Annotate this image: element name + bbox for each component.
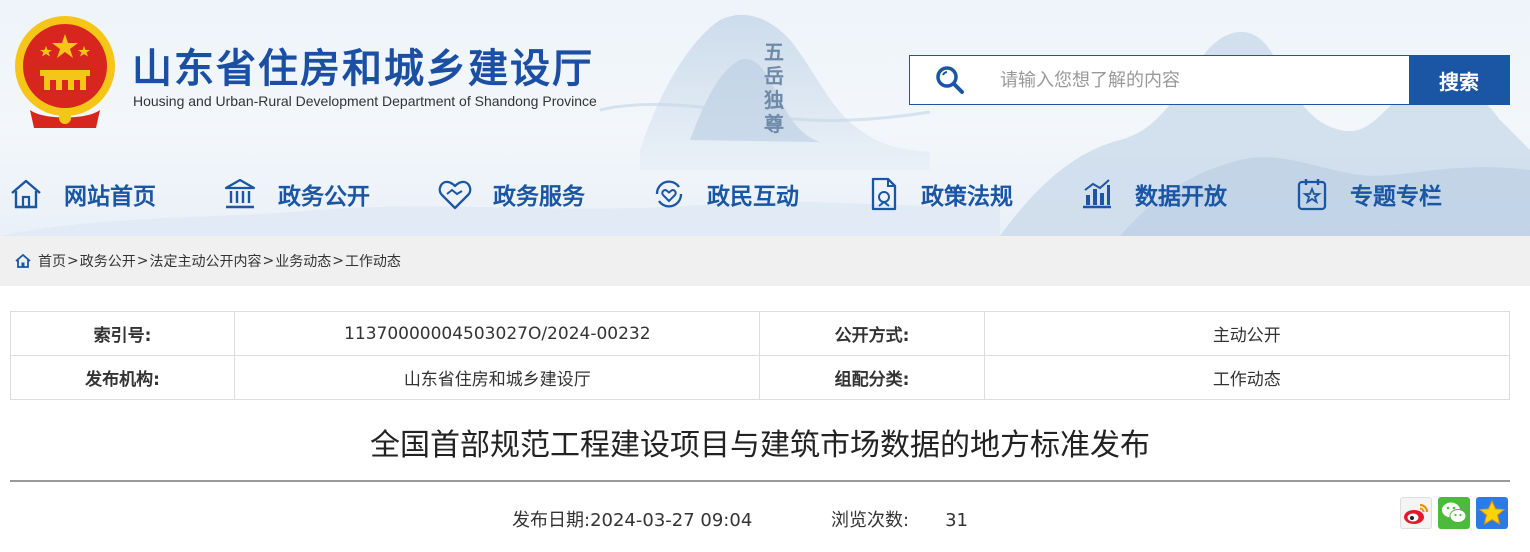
breadcrumb-business-news[interactable]: 业务动态	[275, 251, 331, 271]
search-input[interactable]	[990, 56, 1409, 104]
site-header: 五岳独尊 山东省住房和城乡建设厅 Housing and Urban-Rural…	[0, 0, 1530, 236]
home-icon	[8, 176, 44, 212]
nav-label: 数据开放	[1135, 184, 1227, 210]
bar-chart-icon	[1079, 176, 1115, 212]
nav-label: 政务公开	[278, 184, 370, 210]
government-building-icon	[222, 176, 258, 212]
title-divider	[10, 480, 1510, 482]
index-value: 11370000004503027O/2024-00232	[234, 311, 761, 356]
handshake-heart-icon	[437, 176, 473, 212]
search-icon[interactable]	[910, 56, 990, 104]
view-count: 浏览次数: 31	[831, 506, 968, 532]
table-row: 发布机构: 山东省住房和城乡建设厅 组配分类: 工作动态	[9, 355, 1511, 400]
main-nav: 网站首页 政务公开 政务服务 政民互动 政策法规 数据开放 专题专栏	[0, 166, 1530, 222]
breadcrumb-statutory-disclosure[interactable]: 法定主动公开内容	[149, 251, 261, 271]
open-mode-value: 主动公开	[983, 311, 1511, 356]
publisher-value: 山东省住房和城乡建设厅	[234, 355, 761, 400]
index-label: 索引号:	[9, 311, 236, 356]
view-count-value: 31	[945, 510, 968, 531]
publisher-label: 发布机构:	[9, 355, 236, 400]
nav-item-special-topics[interactable]: 专题专栏	[1294, 166, 1442, 222]
wechat-icon[interactable]	[1438, 497, 1470, 529]
article-title: 全国首部规范工程建设项目与建筑市场数据的地方标准发布	[370, 428, 1150, 463]
breadcrumb-separator: >	[262, 253, 275, 269]
policy-document-icon	[865, 176, 901, 212]
nav-item-gov-services[interactable]: 政务服务	[437, 166, 585, 222]
favorite-star-icon[interactable]	[1476, 497, 1508, 529]
national-emblem-logo	[15, 16, 115, 128]
site-title: 山东省住房和城乡建设厅	[132, 46, 594, 92]
breadcrumb-separator: >	[136, 253, 149, 269]
document-info-table: 索引号: 11370000004503027O/2024-00232 公开方式:…	[9, 311, 1511, 400]
search-box: 搜索	[909, 55, 1510, 105]
publish-date-value: 2024-03-27 09:04	[590, 510, 753, 531]
interaction-icon	[651, 176, 687, 212]
site-subtitle-en: Housing and Urban-Rural Development Depa…	[133, 93, 597, 109]
nav-label: 政务服务	[493, 184, 585, 210]
breadcrumb-work-news[interactable]: 工作动态	[345, 251, 401, 271]
nav-label: 网站首页	[64, 184, 156, 210]
nav-label: 政策法规	[921, 184, 1013, 210]
breadcrumb-separator: >	[67, 253, 79, 269]
special-topic-icon	[1294, 176, 1330, 212]
nav-item-interaction[interactable]: 政民互动	[651, 166, 799, 222]
breadcrumb: 首页 > 政务公开 > 法定主动公开内容 > 业务动态 > 工作动态	[0, 236, 1530, 286]
mountain-inscription: 五岳独尊	[764, 40, 784, 136]
nav-item-open-data[interactable]: 数据开放	[1079, 166, 1227, 222]
category-value: 工作动态	[983, 355, 1511, 400]
nav-label: 专题专栏	[1350, 184, 1442, 210]
open-mode-label: 公开方式:	[759, 311, 985, 356]
breadcrumb-gov-affairs[interactable]: 政务公开	[80, 251, 136, 271]
breadcrumb-home-icon	[15, 253, 31, 268]
publish-date: 发布日期:2024-03-27 09:04	[512, 506, 752, 532]
search-button[interactable]: 搜索	[1409, 56, 1509, 104]
nav-item-home[interactable]: 网站首页	[8, 166, 156, 222]
nav-item-policy[interactable]: 政策法规	[865, 166, 1013, 222]
view-count-label: 浏览次数:	[831, 510, 910, 531]
publish-date-label: 发布日期:	[512, 510, 591, 531]
nav-item-gov-affairs[interactable]: 政务公开	[222, 166, 370, 222]
breadcrumb-separator: >	[332, 253, 344, 269]
table-row: 索引号: 11370000004503027O/2024-00232 公开方式:…	[9, 311, 1511, 356]
category-label: 组配分类:	[759, 355, 985, 400]
weibo-icon[interactable]	[1400, 497, 1432, 529]
breadcrumb-home[interactable]: 首页	[38, 251, 66, 271]
nav-label: 政民互动	[707, 184, 799, 210]
